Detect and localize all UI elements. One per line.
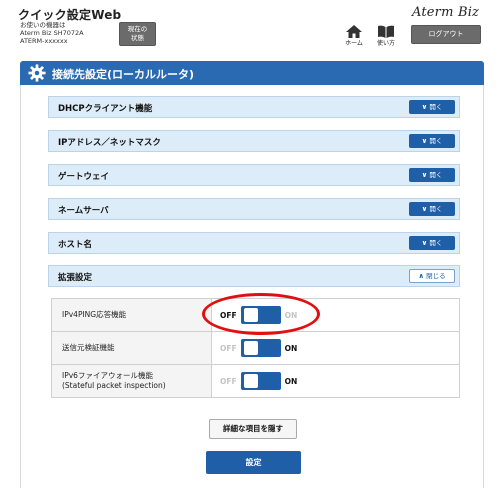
section-header: 接続先設定(ローカルルータ) bbox=[20, 61, 484, 85]
accordion-label: ネームサーバ bbox=[58, 206, 109, 216]
chevron-down-icon: ∨ bbox=[421, 103, 428, 111]
home-label: ホーム bbox=[345, 40, 363, 47]
open-button-label: 開く bbox=[429, 103, 443, 111]
current-status-button[interactable]: 現在の 状態 bbox=[119, 22, 156, 46]
gear-icon bbox=[28, 64, 46, 82]
setting-label-text: 送信元検証機能 bbox=[62, 343, 115, 352]
close-button[interactable]: ∧ 閉じる bbox=[409, 269, 455, 283]
chevron-down-icon: ∨ bbox=[421, 171, 428, 179]
chevron-up-icon: ∧ bbox=[418, 272, 425, 280]
setting-value: OFF ON bbox=[211, 298, 460, 332]
accordion-label: IPアドレス／ネットマスク bbox=[58, 138, 161, 148]
open-button[interactable]: ∨ 開く bbox=[409, 168, 455, 182]
open-button-label: 開く bbox=[429, 239, 443, 247]
brand-logo: Aterm Biz bbox=[412, 5, 480, 20]
home-button[interactable]: ホーム bbox=[341, 25, 367, 51]
toggle-on-label: ON bbox=[284, 376, 298, 386]
device-model: Aterm Biz SH7072A bbox=[20, 29, 84, 37]
toggle-knob[interactable] bbox=[243, 308, 258, 322]
accordion-extended-settings[interactable]: 拡張設定 ∧ 閉じる bbox=[48, 265, 460, 287]
source-verification-toggle[interactable]: OFF ON bbox=[220, 339, 297, 357]
status-button-line2: 状態 bbox=[131, 34, 144, 42]
table-row: IPv6ファイアウォール機能 (Stateful packet inspecti… bbox=[51, 364, 460, 398]
accordion-name-server[interactable]: ネームサーバ ∨ 開く bbox=[48, 198, 460, 220]
accordion-label: 拡張設定 bbox=[58, 273, 93, 283]
accordion-label: DHCPクライアント機能 bbox=[58, 104, 153, 114]
toggle-on-label: ON bbox=[284, 310, 298, 320]
logout-button[interactable]: ログアウト bbox=[411, 25, 481, 44]
table-row: 送信元検証機能 OFF ON bbox=[51, 331, 460, 365]
open-button[interactable]: ∨ 開く bbox=[409, 236, 455, 250]
setting-label-subtext: (Stateful packet inspection) bbox=[62, 381, 166, 390]
status-button-line1: 現在の bbox=[127, 25, 148, 33]
help-button[interactable]: 使い方 bbox=[373, 25, 399, 51]
setting-value: OFF ON bbox=[211, 364, 460, 398]
toggle-on-label: ON bbox=[284, 343, 298, 353]
open-button[interactable]: ∨ 開く bbox=[409, 134, 455, 148]
open-button-label: 開く bbox=[429, 137, 443, 145]
setting-label: IPv4PING応答機能 bbox=[51, 298, 212, 332]
toggle-knob[interactable] bbox=[243, 374, 258, 388]
device-label: お使いの機器は bbox=[20, 21, 66, 29]
accordion-label: ホスト名 bbox=[58, 240, 93, 250]
close-button-label: 閉じる bbox=[426, 272, 446, 280]
ipv4-ping-toggle[interactable]: OFF ON bbox=[220, 306, 297, 324]
section-title: 接続先設定(ローカルルータ) bbox=[52, 68, 195, 81]
open-button[interactable]: ∨ 開く bbox=[409, 100, 455, 114]
accordion-dhcp-client[interactable]: DHCPクライアント機能 ∨ 開く bbox=[48, 96, 460, 118]
toggle-knob[interactable] bbox=[243, 341, 258, 355]
open-button[interactable]: ∨ 開く bbox=[409, 202, 455, 216]
home-icon bbox=[346, 25, 362, 38]
device-info: お使いの機器は Aterm Biz SH7072A ATERM-xxxxxx bbox=[20, 21, 84, 45]
accordion-label: ゲートウェイ bbox=[58, 172, 110, 182]
submit-button[interactable]: 設定 bbox=[206, 451, 301, 474]
chevron-down-icon: ∨ bbox=[421, 137, 428, 145]
setting-value: OFF ON bbox=[211, 331, 460, 365]
setting-label-text: IPv4PING応答機能 bbox=[62, 310, 127, 319]
toggle-off-label: OFF bbox=[220, 310, 237, 320]
header: クイック設定Web お使いの機器は Aterm Biz SH7072A ATER… bbox=[0, 0, 500, 52]
accordion-host-name[interactable]: ホスト名 ∨ 開く bbox=[48, 232, 460, 254]
chevron-down-icon: ∨ bbox=[421, 239, 428, 247]
extended-settings-table: IPv4PING応答機能 OFF ON 送信元検証機能 OFF ON IPv6フ… bbox=[51, 298, 460, 398]
open-button-label: 開く bbox=[429, 205, 443, 213]
ipv6-firewall-toggle[interactable]: OFF ON bbox=[220, 372, 297, 390]
accordion-ip-address[interactable]: IPアドレス／ネットマスク ∨ 開く bbox=[48, 130, 460, 152]
help-label: 使い方 bbox=[376, 40, 395, 47]
toggle-off-label: OFF bbox=[220, 343, 237, 353]
hide-details-button[interactable]: 詳細な項目を隠す bbox=[209, 419, 297, 439]
setting-label-text: IPv6ファイアウォール機能 bbox=[62, 371, 153, 380]
open-button-label: 開く bbox=[429, 171, 443, 179]
book-icon bbox=[378, 25, 394, 38]
toggle-switch[interactable] bbox=[240, 306, 281, 324]
toggle-switch[interactable] bbox=[240, 339, 281, 357]
accordion-gateway[interactable]: ゲートウェイ ∨ 開く bbox=[48, 164, 460, 186]
chevron-down-icon: ∨ bbox=[421, 205, 428, 213]
toggle-off-label: OFF bbox=[220, 376, 237, 386]
setting-label: IPv6ファイアウォール機能 (Stateful packet inspecti… bbox=[51, 364, 212, 398]
setting-label: 送信元検証機能 bbox=[51, 331, 212, 365]
toggle-switch[interactable] bbox=[240, 372, 281, 390]
device-id: ATERM-xxxxxx bbox=[20, 37, 68, 45]
table-row: IPv4PING応答機能 OFF ON bbox=[51, 298, 460, 332]
